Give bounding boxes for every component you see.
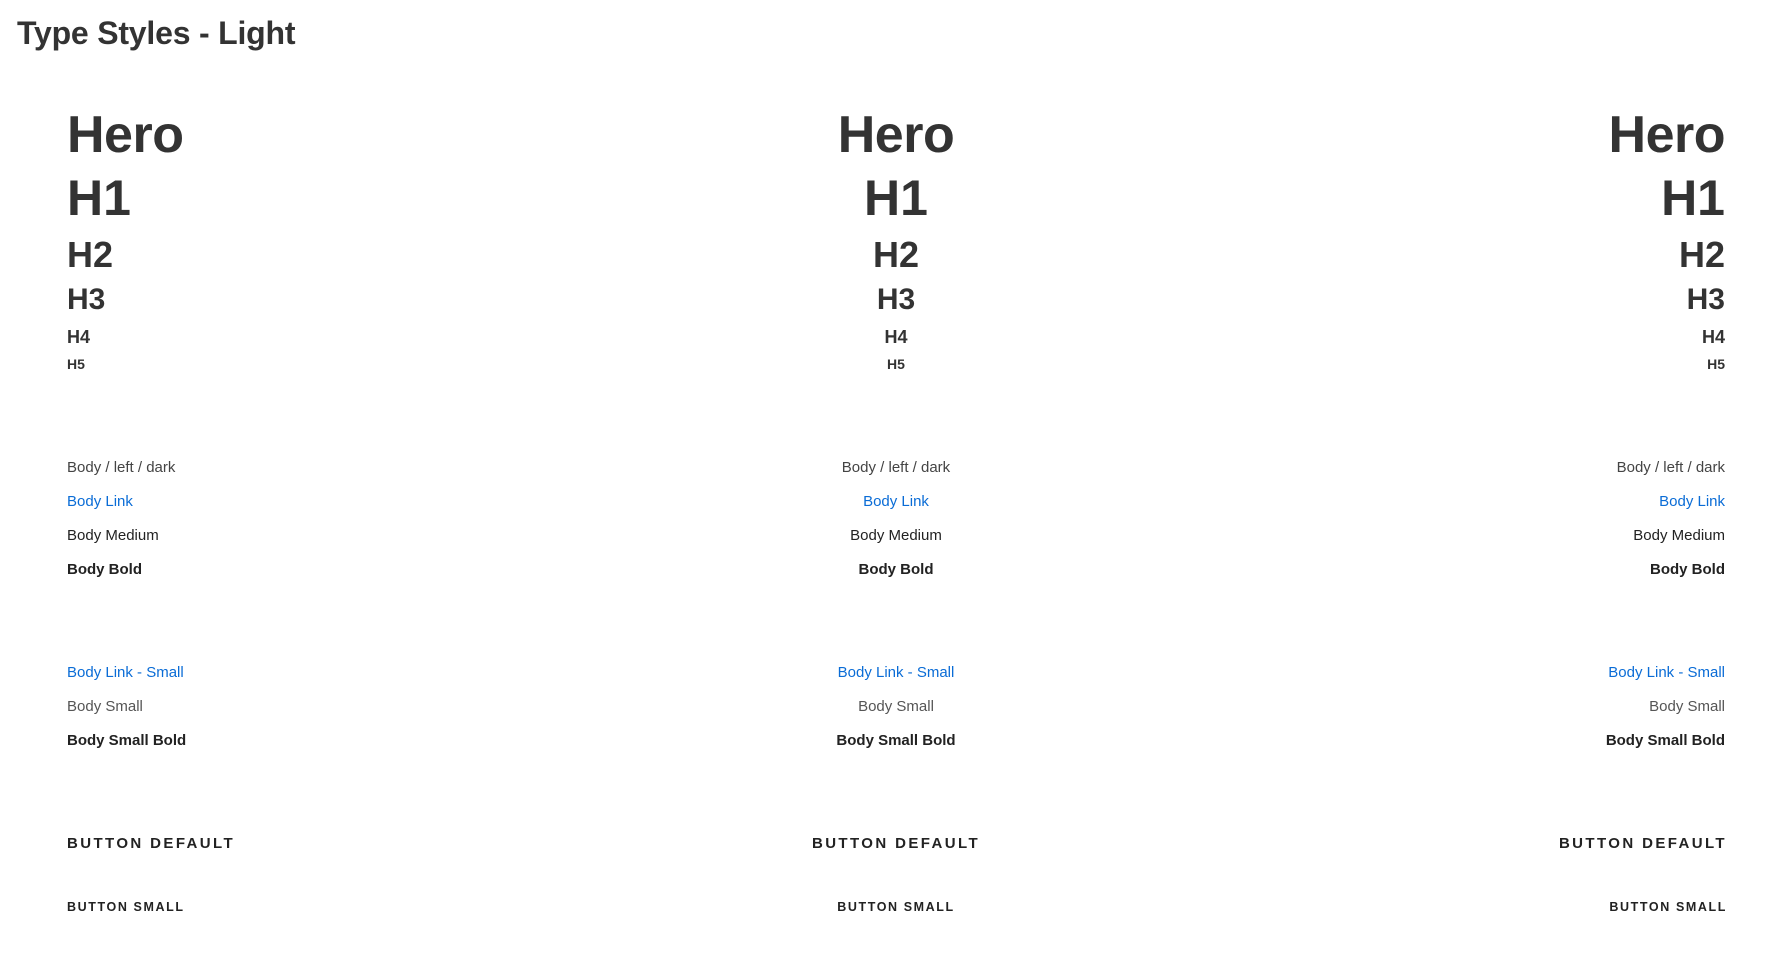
type-column-left-aligned: Hero H1 H2 H3 H4 H5 Body / left / dark B… [67, 0, 427, 961]
body-medium-sample: Body Medium [850, 527, 942, 544]
h3-sample: H3 [67, 283, 106, 316]
body-medium-sample: Body Medium [67, 527, 159, 544]
button-small-sample[interactable]: BUTTON SMALL [67, 899, 427, 915]
h1-sample: H1 [864, 170, 928, 226]
h3-sample: H3 [876, 283, 916, 316]
h4-sample: H4 [67, 327, 91, 347]
body-small-sample: Body Small [67, 698, 143, 715]
body-small-bold-sample: Body Small Bold [1605, 732, 1725, 749]
body-small-sample: Body Small [1649, 698, 1725, 715]
body-small-sample: Body Small [858, 698, 934, 715]
body-link-sample[interactable]: Body Link [67, 492, 427, 512]
h5-sample: H5 [887, 356, 905, 372]
hero-sample: Hero [1608, 106, 1726, 164]
button-small-sample[interactable]: BUTTON SMALL [716, 899, 1076, 915]
body-link-sample[interactable]: Body Link [1365, 492, 1725, 512]
h1-sample: H1 [67, 170, 131, 226]
body-link-small-sample[interactable]: Body Link - Small [1365, 663, 1725, 683]
h3-sample: H3 [1686, 283, 1725, 316]
h2-sample: H2 [67, 234, 114, 275]
body-bold-sample: Body Bold [67, 561, 142, 578]
button-default-sample[interactable]: BUTTON DEFAULT [716, 834, 1076, 854]
h5-sample: H5 [1707, 356, 1725, 372]
h4-sample: H4 [884, 327, 908, 347]
h5-sample: H5 [67, 356, 85, 372]
body-link-small-sample[interactable]: Body Link - Small [67, 663, 427, 683]
h1-sample: H1 [1661, 170, 1725, 226]
button-default-sample[interactable]: BUTTON DEFAULT [67, 834, 427, 854]
body-small-bold-sample: Body Small Bold [836, 732, 956, 749]
hero-sample: Hero [837, 106, 955, 164]
body-link-small-sample[interactable]: Body Link - Small [716, 663, 1076, 683]
body-sample: Body / left / dark [841, 459, 951, 476]
body-sample: Body / left / dark [67, 459, 176, 476]
h2-sample: H2 [872, 234, 920, 275]
body-bold-sample: Body Bold [1650, 561, 1725, 578]
type-column-center-aligned: Hero H1 H2 H3 H4 H5 Body / left / dark B… [716, 0, 1076, 961]
body-link-sample[interactable]: Body Link [716, 492, 1076, 512]
body-sample: Body / left / dark [1616, 459, 1725, 476]
body-small-bold-sample: Body Small Bold [67, 732, 187, 749]
type-column-right-aligned: Hero H1 H2 H3 H4 H5 Body / left / dark B… [1365, 0, 1727, 961]
h2-sample: H2 [1678, 234, 1725, 275]
h4-sample: H4 [1701, 327, 1725, 347]
body-medium-sample: Body Medium [1633, 527, 1725, 544]
body-bold-sample: Body Bold [858, 561, 934, 578]
hero-sample: Hero [67, 106, 184, 164]
button-small-sample[interactable]: BUTTON SMALL [1365, 899, 1727, 915]
button-default-sample[interactable]: BUTTON DEFAULT [1365, 834, 1727, 854]
